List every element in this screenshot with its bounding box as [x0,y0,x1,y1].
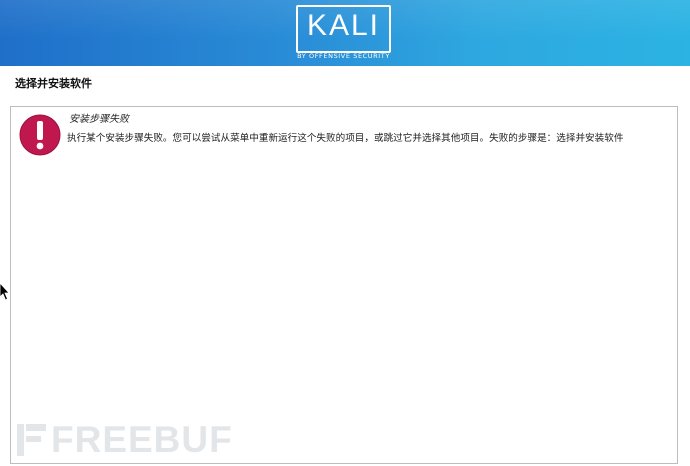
error-message: 执行某个安装步骤失败。您可以尝试从菜单中重新运行这个失败的项目，或跳过它并选择其… [67,133,624,144]
freebuf-watermark-text: FREEBUF [51,419,233,460]
kali-logo-subtitle: BY OFFENSIVE SECURITY [297,52,390,60]
error-title: 安装步骤失败 [69,114,129,125]
kali-logo-text: KALI [306,9,381,42]
mouse-pointer-icon [0,283,10,301]
freebuf-watermark: FREEBUF [15,418,232,462]
exclamation-circle-icon [19,114,61,156]
page-title: 选择并安装软件 [15,77,92,90]
kali-header-banner: KALI BY OFFENSIVE SECURITY [0,0,690,66]
kali-logo: KALI BY OFFENSIVE SECURITY [296,5,391,63]
installer-window: KALI BY OFFENSIVE SECURITY 选择并安装软件 安装步骤失… [0,0,690,466]
freebuf-logo-icon [17,424,46,456]
message-panel [10,106,678,464]
